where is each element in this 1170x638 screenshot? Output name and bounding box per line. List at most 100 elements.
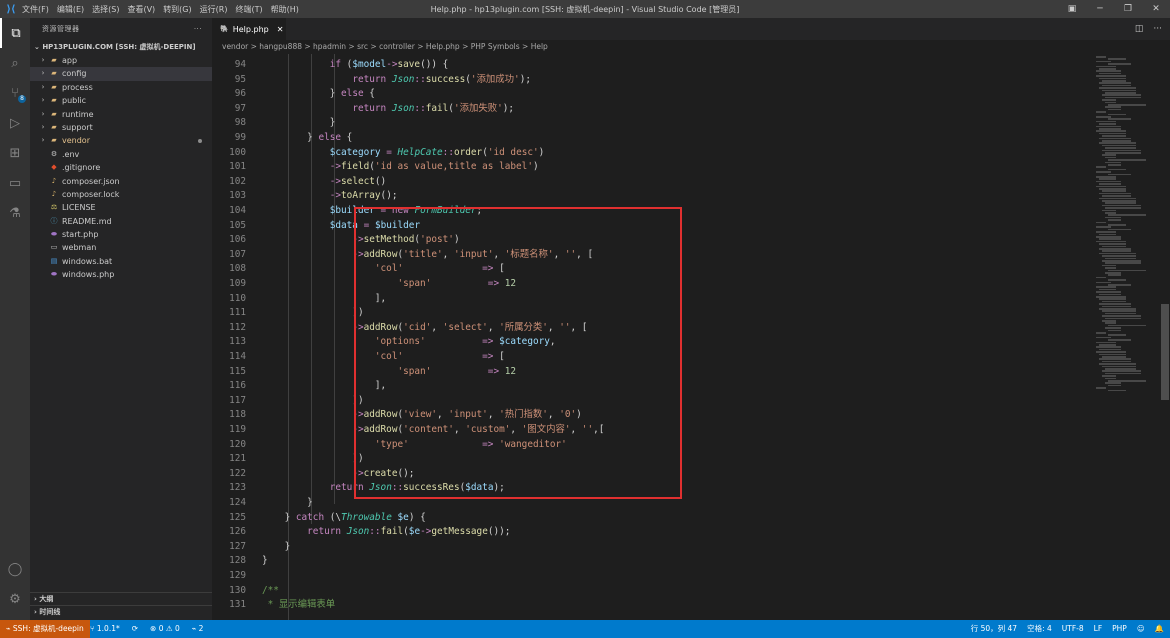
source-control-icon[interactable]: ⑂ 8 xyxy=(0,78,30,108)
menu-item[interactable]: 选择(S) xyxy=(92,4,119,15)
code-line[interactable]: 102 ->select() xyxy=(212,175,1092,190)
folder-item[interactable]: › ▰ app xyxy=(30,54,212,67)
code-line[interactable]: 129 xyxy=(212,569,1092,584)
timeline-section[interactable]: › 时间线 xyxy=(30,605,212,618)
code-line[interactable]: 124 } xyxy=(212,496,1092,511)
feedback-icon[interactable]: ☺ xyxy=(1137,620,1145,638)
code-line[interactable]: 112 ->addRow('cid', 'select', '所属分类', ''… xyxy=(212,321,1092,336)
editor-more-icon[interactable]: ··· xyxy=(1153,24,1162,34)
code-line[interactable]: 121 ]) xyxy=(212,452,1092,467)
folder-item[interactable]: › ▰ vendor xyxy=(30,134,212,147)
maximize-button[interactable]: ❐ xyxy=(1114,0,1142,18)
file-item[interactable]: ⚖ LICENSE xyxy=(30,201,212,214)
split-editor-icon[interactable]: ◫ xyxy=(1135,24,1144,34)
code-line[interactable]: 106 ->setMethod('post') xyxy=(212,233,1092,248)
menu-item[interactable]: 文件(F) xyxy=(22,4,49,15)
code-line[interactable]: 115 'span' => 12 xyxy=(212,365,1092,380)
project-root[interactable]: ⌄ HP13PLUGIN.COM [SSH: 虚拟机-DEEPIN] xyxy=(30,40,212,54)
folder-item[interactable]: › ▰ runtime xyxy=(30,108,212,121)
menu-item[interactable]: 查看(V) xyxy=(127,4,155,15)
problems-indicator[interactable]: ⊗ 0 ⚠ 0 xyxy=(150,620,180,638)
remote-indicator[interactable]: ⌁ SSH: 虚拟机-deepin xyxy=(0,620,90,638)
menu-item[interactable]: 帮助(H) xyxy=(271,4,299,15)
file-item[interactable]: ⓘ README.md xyxy=(30,215,212,228)
code-line[interactable]: 114 'col' => [ xyxy=(212,350,1092,365)
code-line[interactable]: 97 return Json::fail('添加失败'); xyxy=(212,102,1092,117)
code-line[interactable]: 119 ->addRow('content', 'custom', '图文内容'… xyxy=(212,423,1092,438)
remote-explorer-icon[interactable]: ▭ xyxy=(0,168,30,198)
file-item[interactable]: ▭ webman xyxy=(30,241,212,254)
code-editor[interactable]: 94 if ($model->save()) {95 return Json::… xyxy=(212,54,1092,620)
file-item[interactable]: ♪ composer.lock xyxy=(30,188,212,201)
code-line[interactable]: 105 $data = $builder xyxy=(212,219,1092,234)
code-line[interactable]: 118 ->addRow('view', 'input', '热门指数', '0… xyxy=(212,408,1092,423)
search-icon[interactable]: ⌕ xyxy=(0,48,30,78)
code-line[interactable]: 127 } xyxy=(212,540,1092,555)
code-line[interactable]: 94 if ($model->save()) { xyxy=(212,58,1092,73)
file-item[interactable]: ▤ windows.bat xyxy=(30,255,212,268)
menu-item[interactable]: 编辑(E) xyxy=(57,4,84,15)
branch-indicator[interactable]: ⑂ 1.0.1* xyxy=(90,620,120,638)
ports-indicator[interactable]: ⌁ 2 xyxy=(192,620,204,638)
tab-help-php[interactable]: 🐘 Help.php ✕ xyxy=(212,18,286,40)
notifications-icon[interactable]: 🔔 xyxy=(1155,620,1164,638)
code-line[interactable]: 116 ], xyxy=(212,379,1092,394)
minimize-button[interactable]: ─ xyxy=(1086,0,1114,18)
sync-icon[interactable]: ⟳ xyxy=(132,620,138,638)
run-debug-icon[interactable]: ▷ xyxy=(0,108,30,138)
explorer-icon[interactable]: ⧉ xyxy=(0,18,30,48)
minimap[interactable] xyxy=(1092,54,1160,620)
manage-gear-icon[interactable]: ⚙ xyxy=(0,584,30,614)
account-icon[interactable]: ◯ xyxy=(0,554,30,584)
layout-icon[interactable]: ▣ xyxy=(1058,0,1086,18)
code-line[interactable]: 110 ], xyxy=(212,292,1092,307)
code-line[interactable]: 98 } xyxy=(212,116,1092,131)
breadcrumb[interactable]: vendor > hangpu888 > hpadmin > src > con… xyxy=(212,40,1170,54)
file-item[interactable]: ⚙ .env xyxy=(30,148,212,161)
code-line[interactable]: 128} xyxy=(212,554,1092,569)
testing-icon[interactable]: ⚗ xyxy=(0,198,30,228)
menu-item[interactable]: 转到(G) xyxy=(163,4,191,15)
close-window-button[interactable]: ✕ xyxy=(1142,0,1170,18)
file-item[interactable]: ⬬ windows.php xyxy=(30,268,212,281)
menu-item[interactable]: 终端(T) xyxy=(235,4,262,15)
close-tab-icon[interactable]: ✕ xyxy=(277,25,284,34)
code-line[interactable]: 107 ->addRow('title', 'input', '标题名称', '… xyxy=(212,248,1092,263)
code-line[interactable]: 123 return Json::successRes($data); xyxy=(212,481,1092,496)
menu-item[interactable]: 运行(R) xyxy=(200,4,228,15)
code-line[interactable]: 120 'type' => 'wangeditor' xyxy=(212,438,1092,453)
code-line[interactable]: 117 ]) xyxy=(212,394,1092,409)
code-line[interactable]: 95 return Json::success('添加成功'); xyxy=(212,73,1092,88)
indentation[interactable]: 空格: 4 xyxy=(1027,620,1052,638)
code-line[interactable]: 100 $category = HelpCate::order('id desc… xyxy=(212,146,1092,161)
code-line[interactable]: 122 ->create(); xyxy=(212,467,1092,482)
folder-item[interactable]: › ▰ process xyxy=(30,81,212,94)
end-of-line[interactable]: LF xyxy=(1094,620,1103,638)
encoding[interactable]: UTF-8 xyxy=(1062,620,1084,638)
code-line[interactable]: 113 'options' => $category, xyxy=(212,335,1092,350)
vertical-scrollbar[interactable] xyxy=(1160,54,1170,620)
more-actions-icon[interactable]: ··· xyxy=(194,18,202,40)
language-mode[interactable]: PHP xyxy=(1112,620,1127,638)
code-line[interactable]: 99 } else { xyxy=(212,131,1092,146)
code-line[interactable]: 101 ->field('id as value,title as label'… xyxy=(212,160,1092,175)
code-line[interactable]: 126 return Json::fail($e->getMessage()); xyxy=(212,525,1092,540)
code-line[interactable]: 125 } catch (\Throwable $e) { xyxy=(212,511,1092,526)
code-line[interactable]: 111 ]) xyxy=(212,306,1092,321)
folder-item[interactable]: › ▰ public xyxy=(30,94,212,107)
code-line[interactable]: 108 'col' => [ xyxy=(212,262,1092,277)
folder-item[interactable]: › ▰ config xyxy=(30,67,212,81)
file-item[interactable]: ◆ .gitignore xyxy=(30,161,212,174)
code-line[interactable]: 96 } else { xyxy=(212,87,1092,102)
file-item[interactable]: ⬬ start.php xyxy=(30,228,212,241)
file-item[interactable]: ♪ composer.json xyxy=(30,175,212,188)
code-line[interactable]: 103 ->toArray(); xyxy=(212,189,1092,204)
code-line[interactable]: 130 /** xyxy=(212,584,1092,599)
folder-item[interactable]: › ▰ support xyxy=(30,121,212,134)
scrollbar-thumb[interactable] xyxy=(1161,304,1169,400)
extensions-icon[interactable]: ⊞ xyxy=(0,138,30,168)
code-line[interactable]: 104 $builder = new FormBuilder; xyxy=(212,204,1092,219)
code-line[interactable]: 131 * 显示编辑表单 xyxy=(212,598,1092,613)
outline-section[interactable]: › 大纲 xyxy=(30,592,212,605)
code-line[interactable]: 109 'span' => 12 xyxy=(212,277,1092,292)
